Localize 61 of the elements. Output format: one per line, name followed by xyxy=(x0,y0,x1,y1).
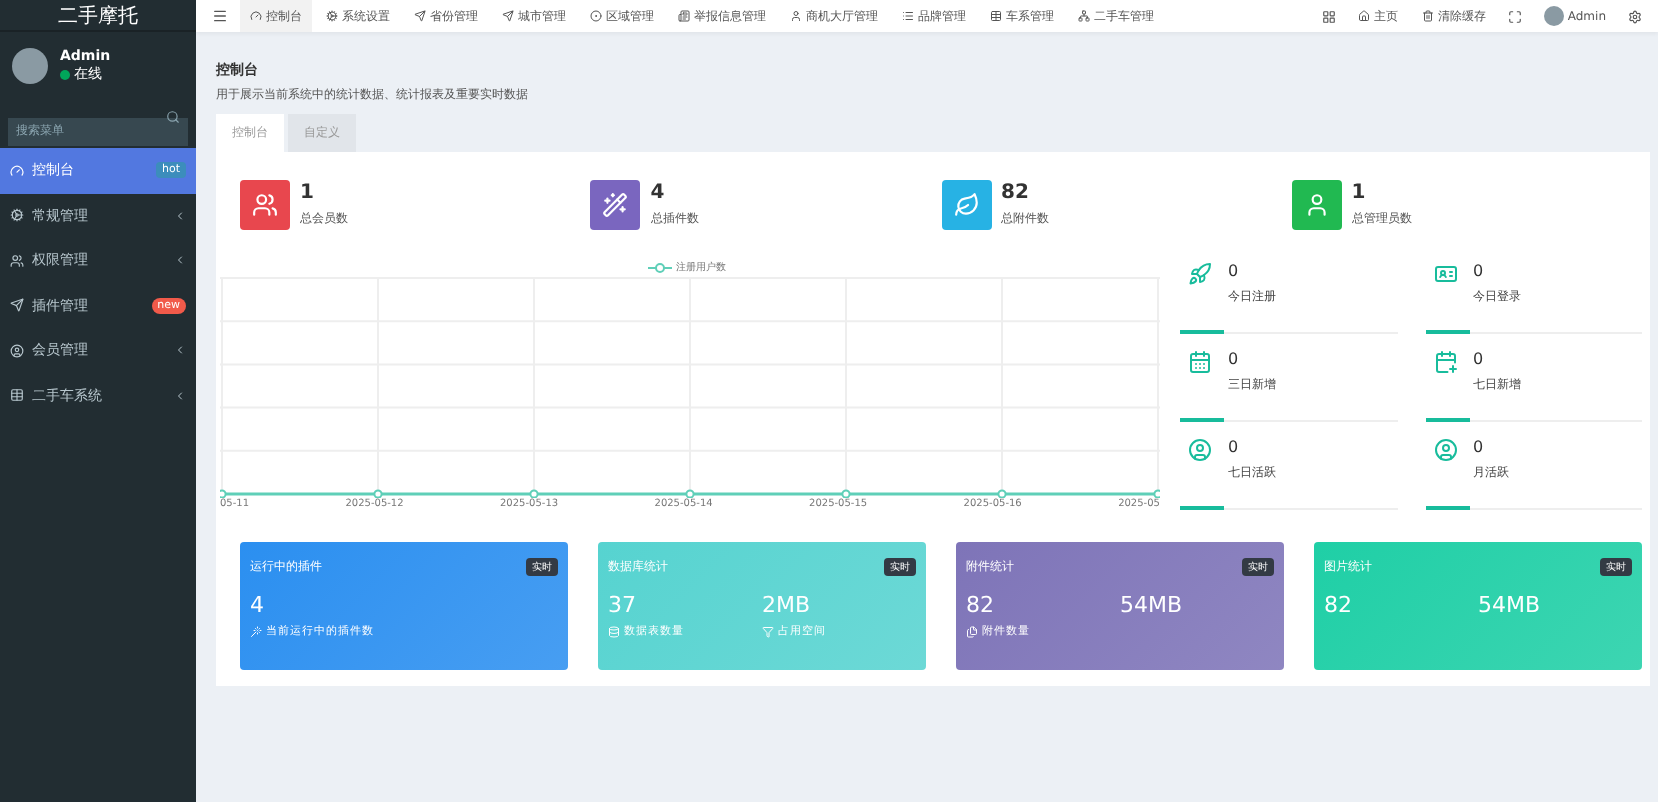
id-card-icon xyxy=(1433,262,1457,286)
user-icon xyxy=(1303,192,1330,218)
user-circle-icon xyxy=(10,343,24,358)
leaf-icon xyxy=(953,192,979,218)
database-icon xyxy=(608,625,620,637)
metric-value: 82 xyxy=(1324,592,1354,618)
gear-icon xyxy=(10,208,24,223)
calendar-plus-icon xyxy=(1433,350,1457,374)
send-icon xyxy=(10,298,24,313)
chevron-icon xyxy=(174,344,186,357)
home-icon xyxy=(1357,10,1370,22)
search-icon xyxy=(166,110,180,124)
menu-icon[interactable] xyxy=(212,8,228,24)
legend-icon xyxy=(648,261,672,273)
users-icon xyxy=(252,192,278,218)
stat-value: 4 xyxy=(650,182,667,204)
metric-value: 2MB xyxy=(762,592,813,618)
filter-icon xyxy=(762,625,774,637)
calendar-icon xyxy=(1188,350,1212,374)
gauge-icon xyxy=(250,10,262,22)
gauge-icon xyxy=(10,163,24,178)
magic-wand-icon xyxy=(602,192,629,218)
gear-icon xyxy=(326,10,338,22)
chevron-icon xyxy=(174,254,186,267)
files-icon xyxy=(966,625,978,637)
table-icon xyxy=(10,388,24,403)
avatar xyxy=(1543,6,1564,26)
user-circle-icon xyxy=(1433,438,1457,462)
stat-value: 0 xyxy=(1228,438,1241,456)
network-icon xyxy=(1078,10,1090,22)
send-icon xyxy=(502,10,514,22)
grid-icon[interactable] xyxy=(1321,9,1336,23)
stat-value: 0 xyxy=(1473,262,1486,280)
stat-value: 0 xyxy=(1228,262,1241,280)
stat-value: 82 xyxy=(1001,182,1031,204)
user-icon xyxy=(790,10,802,22)
circle-dot-icon xyxy=(590,10,602,22)
fullscreen-icon[interactable] xyxy=(1507,9,1522,23)
table-icon xyxy=(990,10,1002,22)
metric-value: 82 xyxy=(966,592,996,618)
stat-value: 1 xyxy=(300,182,316,204)
avatar xyxy=(12,48,48,84)
stat-value: 0 xyxy=(1473,350,1486,368)
stat-value: 1 xyxy=(1351,182,1368,204)
metric-value: 54MB xyxy=(1478,592,1543,618)
newspaper-icon xyxy=(678,10,690,22)
stat-value: 0 xyxy=(1228,350,1241,368)
rocket-icon xyxy=(1188,262,1212,286)
metric-value: 37 xyxy=(608,592,638,618)
users-icon xyxy=(10,253,24,268)
trash-icon xyxy=(1421,10,1434,22)
list-icon xyxy=(902,10,914,22)
send-icon xyxy=(414,10,426,22)
chevron-icon xyxy=(174,209,186,222)
brand-title: 二手摩托 xyxy=(0,0,196,32)
settings-icon[interactable] xyxy=(1628,9,1642,23)
metric-value: 4 xyxy=(250,592,266,618)
user-circle-icon xyxy=(1188,438,1212,462)
chevron-icon xyxy=(174,389,186,402)
stat-value: 0 xyxy=(1473,438,1486,456)
metric-value: 54MB xyxy=(1120,592,1185,618)
